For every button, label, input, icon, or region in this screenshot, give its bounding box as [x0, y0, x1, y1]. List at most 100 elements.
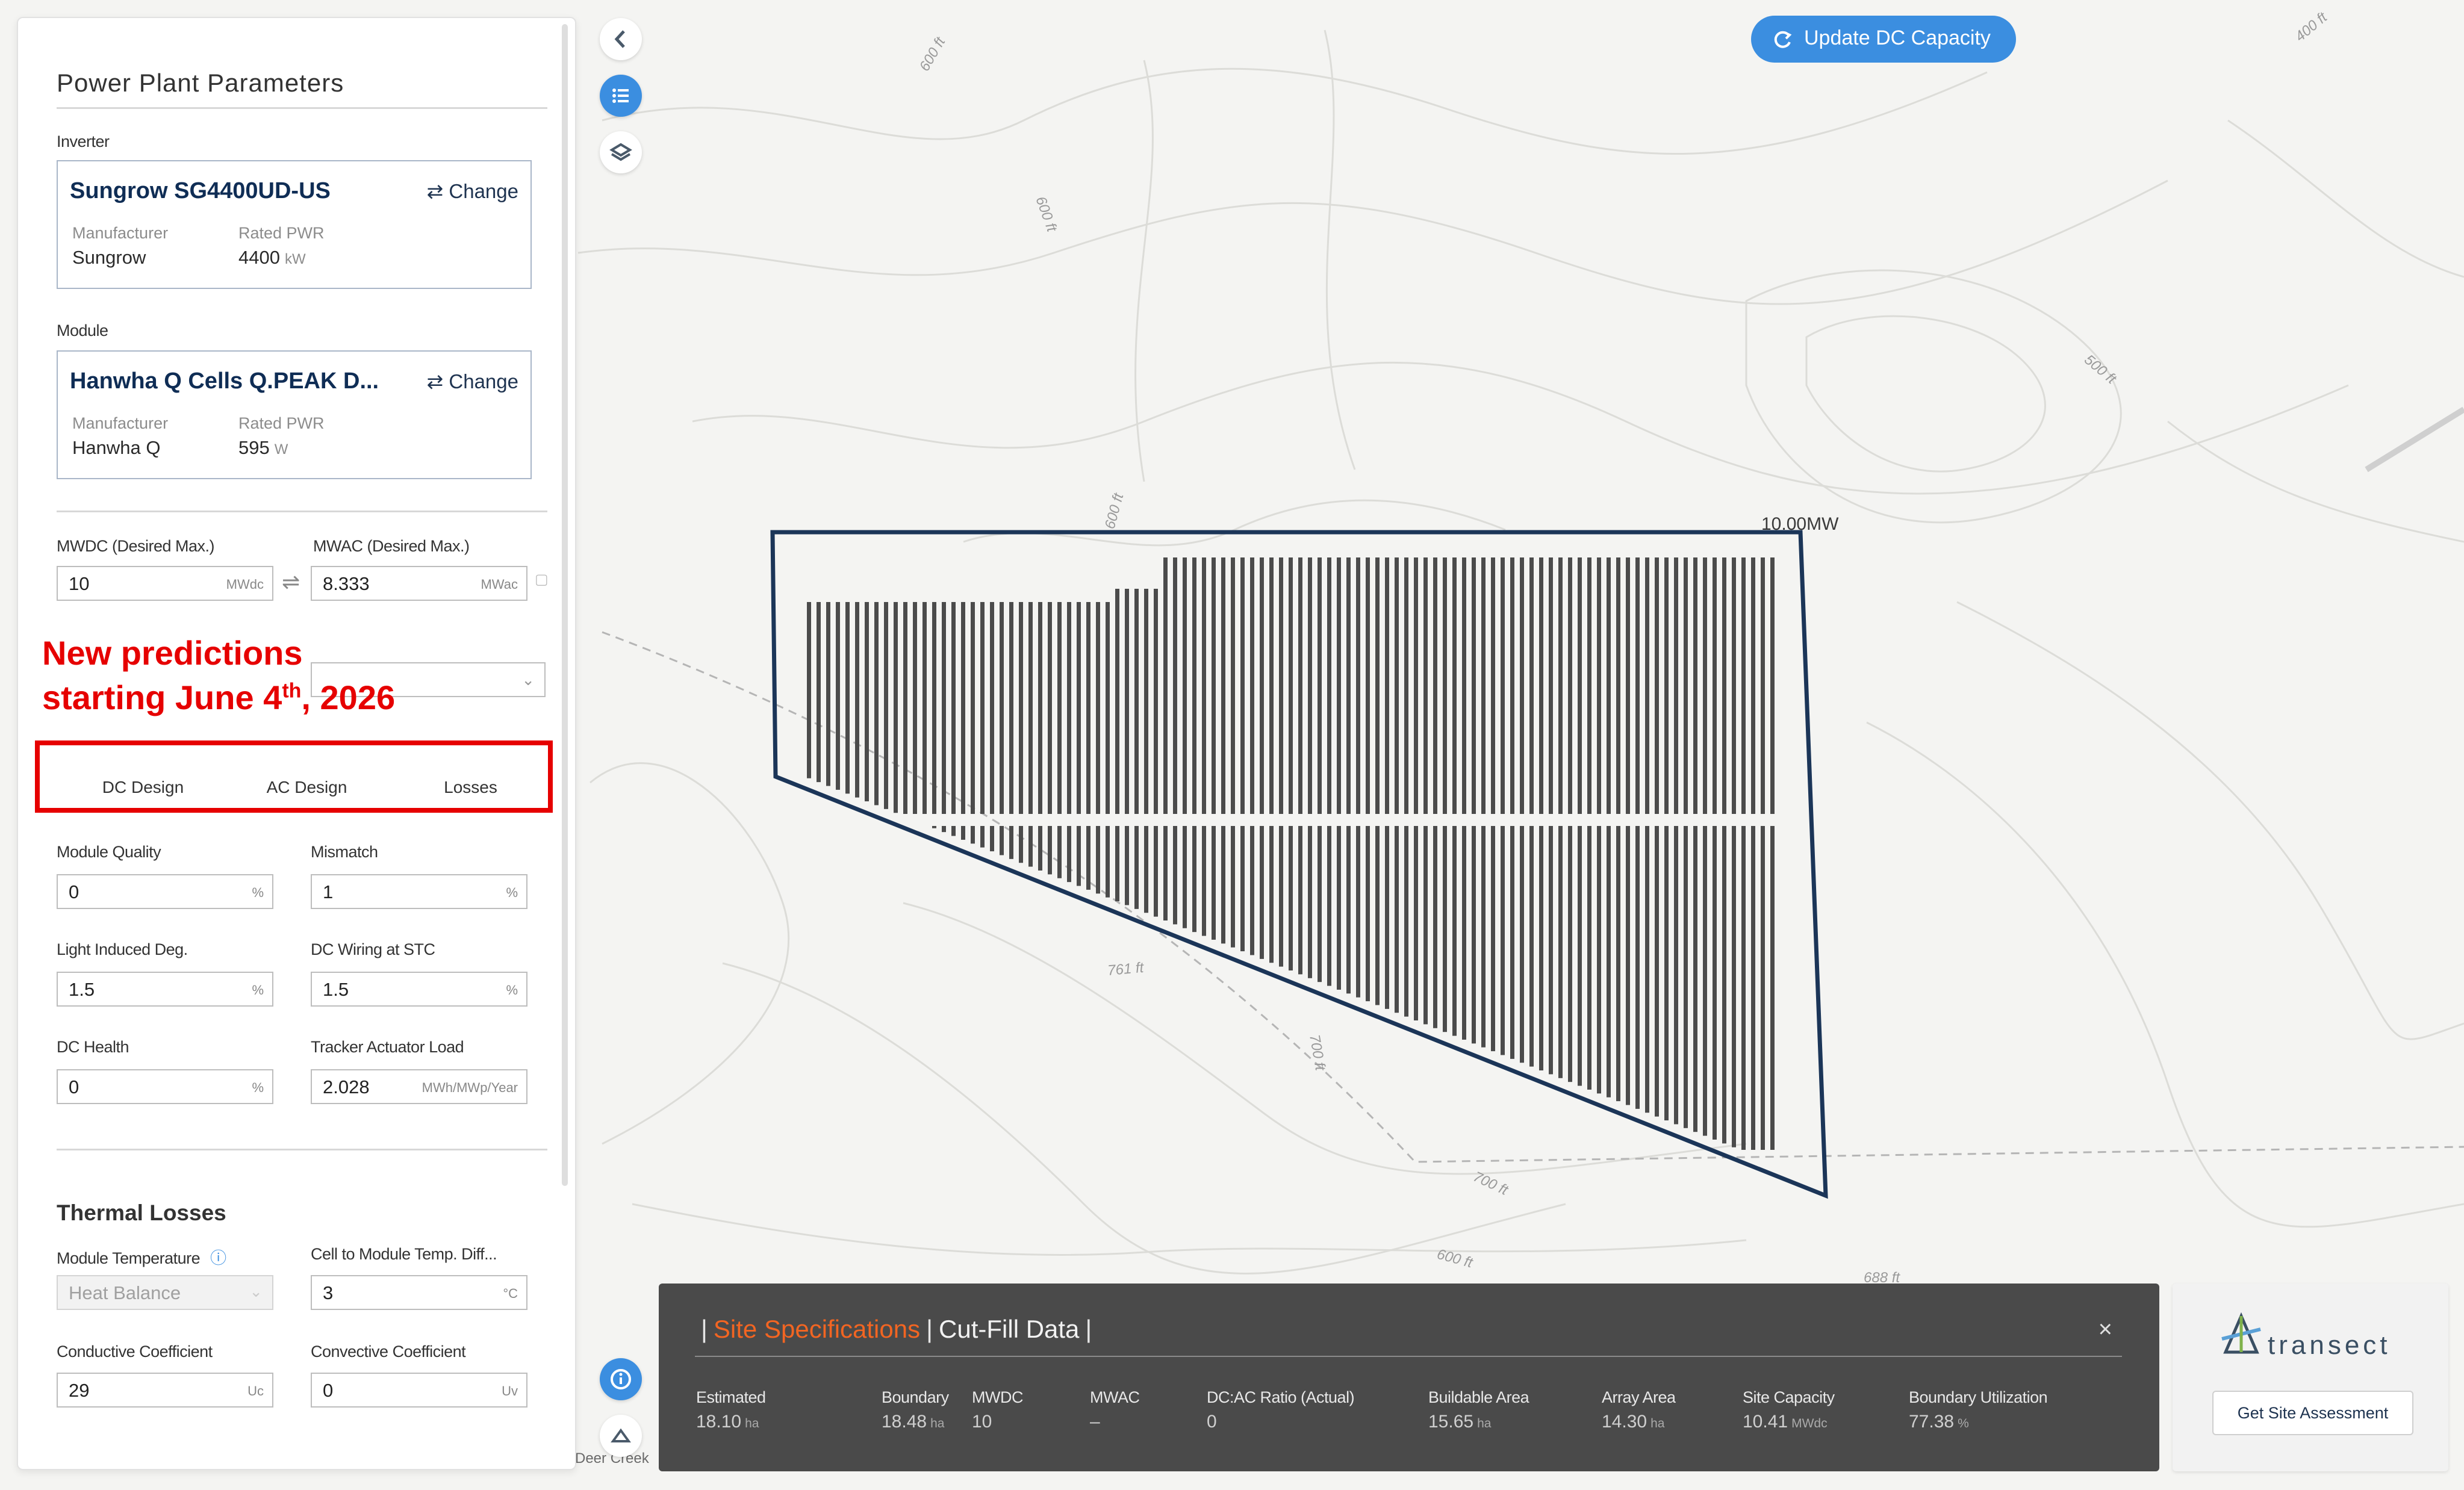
get-site-assessment-button[interactable]: Get Site Assessment: [2212, 1391, 2413, 1435]
tracker-row: [1501, 826, 1505, 1055]
tracker-row: [1693, 826, 1697, 1132]
tracker-row: [874, 602, 879, 806]
tracker-row: [1279, 557, 1283, 814]
layers-button[interactable]: [600, 131, 642, 173]
field-value: 0: [323, 1380, 334, 1401]
convective-input[interactable]: 0 Uv: [311, 1373, 527, 1408]
stat-label: DC:AC Ratio (Actual): [1207, 1388, 1355, 1406]
tracker-row: [990, 826, 994, 852]
tracker-row: [971, 602, 975, 814]
info-button[interactable]: [600, 1358, 642, 1400]
tracker-row: [1202, 557, 1206, 814]
tracker-row: [1125, 589, 1129, 814]
module-quality-input[interactable]: 0 %: [57, 874, 273, 909]
module-section-label: Module: [57, 321, 108, 340]
panel-scrollbar[interactable]: [562, 24, 568, 1186]
terrain-button[interactable]: [600, 1415, 642, 1457]
tracker-row: [1587, 557, 1591, 814]
tracker-row: [1000, 602, 1004, 814]
tracker-row: [1048, 826, 1052, 875]
tracker-row: [1568, 557, 1572, 814]
tracker-row: [1318, 826, 1322, 982]
tracker-row: [961, 826, 965, 840]
dc-wiring-input[interactable]: 1.5 %: [311, 972, 527, 1007]
list-view-button[interactable]: [600, 75, 642, 117]
tracker-row: [922, 602, 927, 814]
annotation-sup: th: [282, 679, 302, 703]
tracker-row: [1395, 557, 1399, 814]
tracker-row: [1057, 826, 1062, 878]
tracker-row: [1722, 557, 1726, 814]
tracker-row: [951, 602, 956, 814]
tab-site-specifications[interactable]: Site Specifications: [714, 1315, 920, 1343]
collapse-panel-button[interactable]: [600, 18, 642, 60]
tracker-row: [1298, 826, 1302, 975]
tracker-row: [1289, 826, 1293, 971]
tracker-row: [1443, 826, 1447, 1032]
tracker-row: [1192, 557, 1196, 814]
lid-input[interactable]: 1.5 %: [57, 972, 273, 1007]
dc-wiring-label: DC Wiring at STC: [311, 940, 435, 958]
change-inverter-button[interactable]: ⇄ Change: [427, 179, 518, 203]
tracker-row: [1558, 557, 1563, 814]
mwdc-input[interactable]: 10 MWdc: [57, 566, 273, 601]
field-unit: %: [252, 982, 264, 998]
stat-label: Boundary Utilization: [1909, 1388, 2048, 1406]
info-icon[interactable]: ⓘ: [210, 1249, 226, 1267]
tracker-row: [855, 602, 859, 798]
tracker-row: [1067, 826, 1071, 883]
tracker-row: [1356, 557, 1360, 814]
conductive-input[interactable]: 29 Uc: [57, 1373, 273, 1408]
mismatch-input[interactable]: 1 %: [311, 874, 527, 909]
tracker-row: [1414, 826, 1418, 1021]
tracker-row: [1115, 589, 1119, 814]
update-dc-capacity-button[interactable]: Update DC Capacity: [1751, 16, 2016, 63]
close-button[interactable]: ×: [2098, 1316, 2112, 1343]
dc-health-input[interactable]: 0 %: [57, 1069, 273, 1104]
tracker-load-input[interactable]: 2.028 MWh/MWp/Year: [311, 1069, 527, 1104]
tracker-row: [1626, 826, 1630, 1105]
link-icon[interactable]: ⇌: [282, 570, 300, 595]
tab-cut-fill-data[interactable]: Cut-Fill Data: [939, 1315, 1079, 1343]
tracker-row: [1607, 557, 1611, 814]
list-icon: [612, 88, 629, 103]
mwac-value: 8.333: [323, 573, 370, 594]
tracker-row: [1597, 557, 1601, 814]
cell-to-module-input[interactable]: 3 °C: [311, 1275, 527, 1310]
mountain-icon: [611, 1428, 631, 1442]
stat-boundary-utilization: Boundary Utilization 77.38%: [1909, 1388, 2048, 1432]
change-module-button[interactable]: ⇄ Change: [427, 370, 518, 393]
tracker-row: [961, 602, 965, 814]
stat-value: 77.38: [1909, 1412, 1955, 1432]
tracker-row: [1443, 557, 1447, 814]
tracker-row: [817, 602, 821, 783]
specs-tabs: | Site Specifications | Cut-Fill Data |: [695, 1315, 1098, 1344]
mwac-input[interactable]: 8.333 MWac: [311, 566, 527, 601]
divider: [57, 511, 547, 512]
tracker-load-label: Tracker Actuator Load: [311, 1038, 464, 1056]
tracker-row: [1616, 557, 1620, 814]
tracker-row: [1173, 557, 1177, 814]
tracker-row: [1231, 557, 1235, 814]
tracker-row: [845, 602, 850, 794]
tracker-row: [1761, 826, 1765, 1150]
module-rated-unit: W: [274, 441, 288, 458]
tracker-row: [1529, 826, 1534, 1067]
tracker-row: [1308, 557, 1312, 814]
stat-site-capacity: Site Capacity 10.41 MWdc: [1743, 1388, 1835, 1432]
change-label: Change: [449, 180, 518, 202]
tracker-row: [1337, 557, 1341, 814]
inverter-manufacturer: Sungrow: [72, 247, 146, 268]
lock-icon: ▢: [535, 571, 549, 588]
tracker-row: [1057, 602, 1062, 814]
tracker-row: [1501, 557, 1505, 814]
module-temp-select: Heat Balance ⌄: [57, 1275, 273, 1310]
tracker-row: [1106, 602, 1110, 814]
tracker-row: [1154, 589, 1158, 814]
tracker-row: [1510, 557, 1514, 814]
convective-label: Convective Coefficient: [311, 1343, 466, 1361]
tracker-row: [1732, 826, 1736, 1147]
swap-icon: ⇄: [426, 370, 444, 393]
tracker-row: [1664, 826, 1669, 1121]
tracker-row: [1134, 589, 1139, 814]
